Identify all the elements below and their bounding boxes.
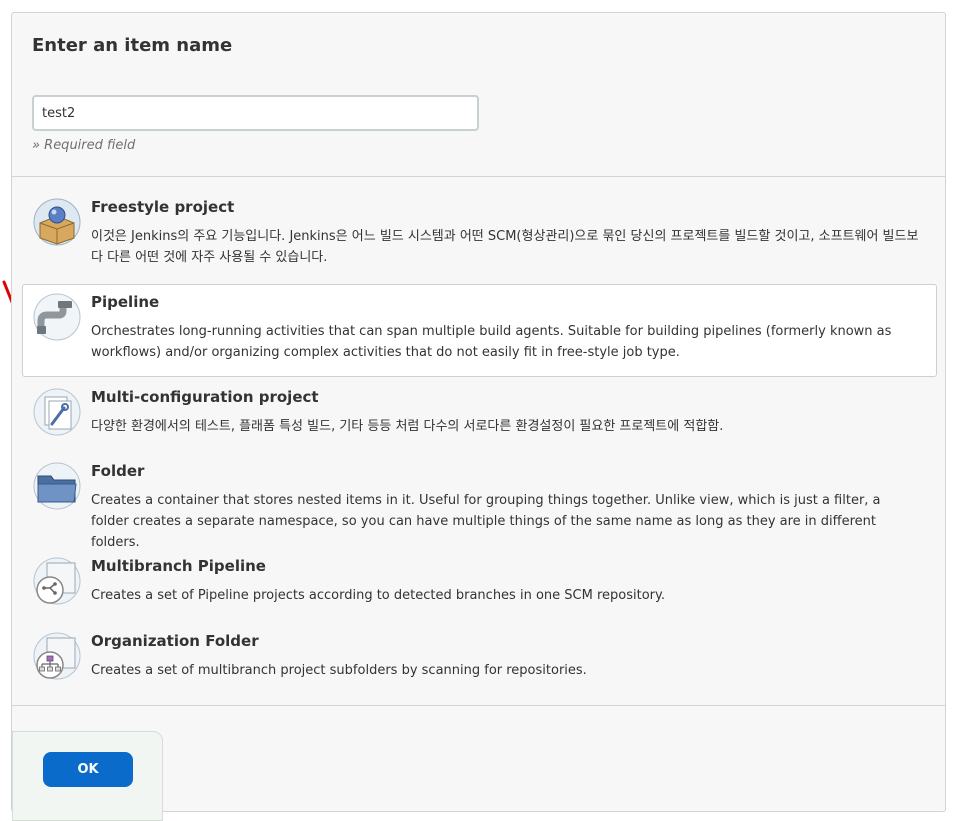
new-item-panel: Enter an item name » Required field Free… bbox=[11, 12, 946, 821]
item-title: Freestyle project bbox=[91, 198, 235, 216]
item-title: Multi-configuration project bbox=[91, 388, 319, 406]
freestyle-box-icon bbox=[33, 198, 81, 246]
multi-config-icon bbox=[33, 388, 81, 436]
folder-icon bbox=[33, 462, 81, 510]
ok-button[interactable]: OK bbox=[43, 752, 133, 787]
item-name-section: Enter an item name » Required field bbox=[12, 13, 945, 177]
pipeline-pipe-icon bbox=[33, 293, 81, 341]
item-title: Pipeline bbox=[91, 293, 160, 311]
item-type-pipeline[interactable]: Pipeline Orchestrates long-running activ… bbox=[22, 284, 937, 377]
bottom-button-bar: OK bbox=[12, 731, 163, 821]
item-title: Folder bbox=[91, 462, 145, 480]
item-title: Multibranch Pipeline bbox=[91, 557, 266, 575]
item-title: Organization Folder bbox=[91, 632, 259, 650]
item-description: 다양한 환경에서의 테스트, 플래폼 특성 빌드, 기타 등등 처럼 다수의 서… bbox=[91, 419, 724, 434]
item-type-multibranch-pipeline[interactable]: Multibranch Pipeline Creates a set of Pi… bbox=[22, 548, 937, 618]
item-description: Creates a container that stores nested i… bbox=[91, 493, 881, 550]
required-field-note: » Required field bbox=[32, 138, 136, 153]
item-description: Creates a set of Pipeline projects accor… bbox=[91, 588, 665, 603]
multibranch-icon bbox=[33, 557, 81, 605]
item-description: Creates a set of multibranch project sub… bbox=[91, 663, 587, 678]
organization-folder-icon bbox=[33, 632, 81, 680]
footer-divider bbox=[12, 705, 945, 706]
item-type-freestyle[interactable]: Freestyle project 이것은 Jenkins의 주요 기능입니다.… bbox=[22, 189, 937, 275]
item-type-folder[interactable]: Folder Creates a container that stores n… bbox=[22, 453, 937, 550]
item-type-organization-folder[interactable]: Organization Folder Creates a set of mul… bbox=[22, 623, 937, 693]
item-description: Orchestrates long-running activities tha… bbox=[91, 324, 892, 360]
item-name-input[interactable] bbox=[32, 95, 479, 131]
item-type-multi-configuration[interactable]: Multi-configuration project 다양한 환경에서의 테스… bbox=[22, 379, 937, 447]
page-title: Enter an item name bbox=[32, 35, 233, 56]
item-description: 이것은 Jenkins의 주요 기능입니다. Jenkins은 어느 빌드 시스… bbox=[91, 229, 919, 265]
